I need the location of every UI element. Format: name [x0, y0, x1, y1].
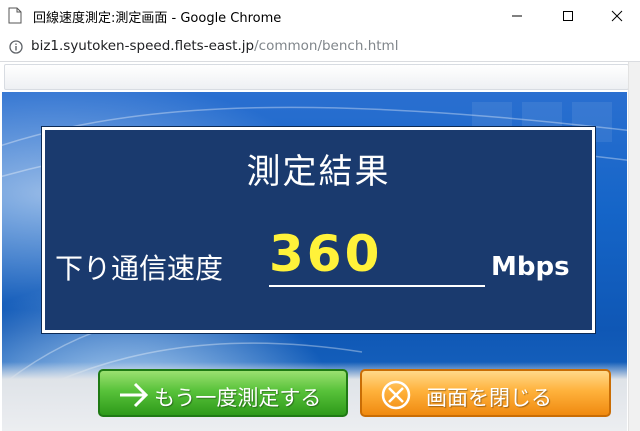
close-icon — [611, 10, 623, 21]
title-bar: 回線速度測定:測定画面 - Google Chrome — [0, 0, 640, 31]
page-content: 測定結果 下り通信速度 360 Mbps もう一度測定する 画面を閉じる — [0, 62, 640, 431]
info-icon[interactable] — [9, 39, 23, 54]
address-bar[interactable]: biz1.syutoken-speed.flets-east.jp/common… — [0, 31, 640, 62]
browser-window: 回線速度測定:測定画面 - Google Chrome biz1.syutoke… — [0, 0, 640, 431]
result-panel: 測定結果 下り通信速度 360 Mbps — [42, 127, 595, 333]
url-text[interactable]: biz1.syutoken-speed.flets-east.jp/common… — [31, 38, 398, 54]
download-speed-label: 下り通信速度 — [55, 252, 224, 285]
speed-unit: Mbps — [491, 252, 570, 282]
circle-x-icon — [380, 379, 412, 411]
retest-button[interactable]: もう一度測定する — [98, 369, 348, 417]
maximize-button[interactable] — [545, 0, 591, 31]
close-page-button[interactable]: 画面を閉じる — [360, 369, 611, 417]
top-strip — [4, 64, 629, 90]
minimize-icon — [512, 15, 522, 16]
speed-underline — [269, 285, 485, 287]
url-host: biz1.syutoken-speed.flets-east.jp — [31, 38, 255, 54]
retest-button-label: もう一度測定する — [154, 386, 322, 410]
close-window-button[interactable] — [594, 0, 640, 31]
minimize-button[interactable] — [494, 0, 540, 31]
page-icon — [7, 7, 23, 24]
url-path: /common/bench.html — [254, 38, 399, 54]
download-speed-value: 360 — [269, 225, 383, 283]
close-page-button-label: 画面を閉じる — [426, 386, 552, 410]
result-title: 測定結果 — [246, 152, 391, 192]
window-title: 回線速度測定:測定画面 - Google Chrome — [33, 11, 282, 26]
maximize-icon — [563, 10, 573, 21]
scrollbar[interactable] — [628, 62, 640, 431]
arrow-right-icon — [118, 379, 150, 411]
